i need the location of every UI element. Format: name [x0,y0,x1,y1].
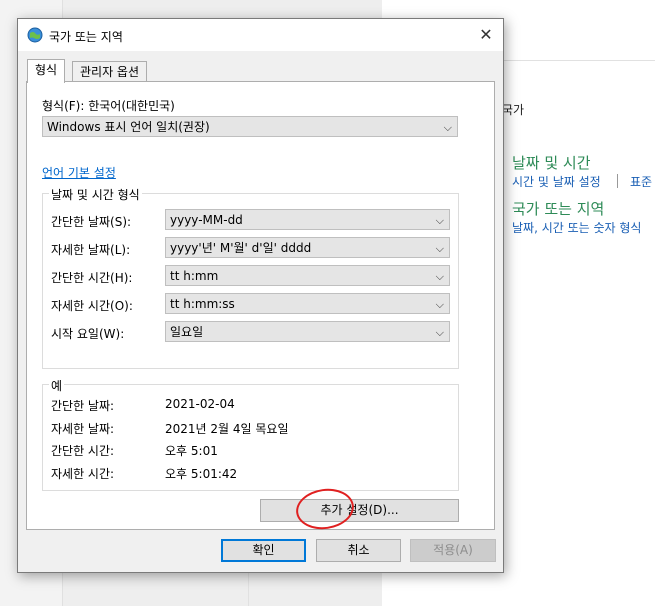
link-standard[interactable]: 표준 [630,173,652,190]
dialog-title: 국가 또는 지역 [49,30,123,44]
apply-button[interactable]: 적용(A) [410,539,496,562]
format-select[interactable]: Windows 표시 언어 일치(권장) ⌵ [42,116,458,137]
short-date-label: 간단한 날짜(S): [51,215,132,229]
short-date-value: yyyy-MM-dd [170,213,243,227]
short-time-select[interactable]: tt h:mm ⌵ [165,265,450,286]
breadcrumb-fragment: 국가 [502,103,525,117]
chevron-down-icon: ⌵ [435,326,444,339]
region-dialog: 국가 또는 지역 ✕ 형식 관리자 옵션 형식(F): 한국어(대한민국) Wi… [17,18,504,573]
link-separator [617,174,618,188]
chevron-down-icon: ⌵ [443,121,452,134]
date-time-format-group-title: 날짜 및 시간 형식 [49,186,142,203]
example-long-time-label: 자세한 시간: [51,467,115,481]
close-button[interactable]: ✕ [475,25,497,45]
short-time-value: tt h:mm [170,269,219,283]
examples-group-title: 예 [49,377,65,394]
link-date-time-number-format[interactable]: 날짜, 시간 또는 숫자 형식 [512,219,641,236]
first-day-select[interactable]: 일요일 ⌵ [165,321,450,342]
format-tab-panel: 형식(F): 한국어(대한민국) Windows 표시 언어 일치(권장) ⌵ … [26,81,495,530]
example-long-date-label: 자세한 날짜: [51,422,115,436]
first-day-label: 시작 요일(W): [51,327,125,341]
long-date-label: 자세한 날짜(L): [51,243,131,257]
example-short-date-value: 2021-02-04 [165,397,235,411]
long-date-value: yyyy'년' M'월' d'일' dddd [170,241,312,255]
short-time-label: 간단한 시간(H): [51,271,133,285]
example-short-time-value: 오후 5:01 [165,444,218,458]
tab-admin-options[interactable]: 관리자 옵션 [72,61,148,83]
short-date-select[interactable]: yyyy-MM-dd ⌵ [165,209,450,230]
dialog-titlebar: 국가 또는 지역 ✕ [18,19,503,51]
format-label: 형식(F): 한국어(대한민국) [42,99,175,113]
long-time-label: 자세한 시간(O): [51,299,133,313]
first-day-value: 일요일 [170,325,204,339]
format-select-value: Windows 표시 언어 일치(권장) [47,120,210,134]
chevron-down-icon: ⌵ [435,214,444,227]
long-time-select[interactable]: tt h:mm:ss ⌵ [165,293,450,314]
chevron-down-icon: ⌵ [435,298,444,311]
examples-group: 예 간단한 날짜: 2021-02-04 자세한 날짜: 2021년 2월 4일… [42,377,459,491]
long-date-select[interactable]: yyyy'년' M'월' d'일' dddd ⌵ [165,237,450,258]
chevron-down-icon: ⌵ [435,242,444,255]
example-short-date-label: 간단한 날짜: [51,399,115,413]
globe-icon [27,27,43,43]
tab-format[interactable]: 형식 [27,59,66,83]
language-preferences-link[interactable]: 언어 기본 설정 [42,164,116,181]
link-set-time-date[interactable]: 시간 및 날짜 설정 [512,173,601,190]
category-region-title[interactable]: 국가 또는 지역 [512,198,604,219]
category-date-time-title[interactable]: 날짜 및 시간 [512,152,591,173]
date-time-format-group: 날짜 및 시간 형식 간단한 날짜(S): yyyy-MM-dd ⌵ 자세한 날… [42,186,459,369]
chevron-down-icon: ⌵ [435,270,444,283]
additional-settings-button[interactable]: 추가 설정(D)... [260,499,459,522]
ok-button[interactable]: 확인 [221,539,306,562]
cancel-button[interactable]: 취소 [316,539,401,562]
example-long-time-value: 오후 5:01:42 [165,467,238,481]
long-time-value: tt h:mm:ss [170,297,235,311]
example-long-date-value: 2021년 2월 4일 목요일 [165,422,289,436]
example-short-time-label: 간단한 시간: [51,444,115,458]
